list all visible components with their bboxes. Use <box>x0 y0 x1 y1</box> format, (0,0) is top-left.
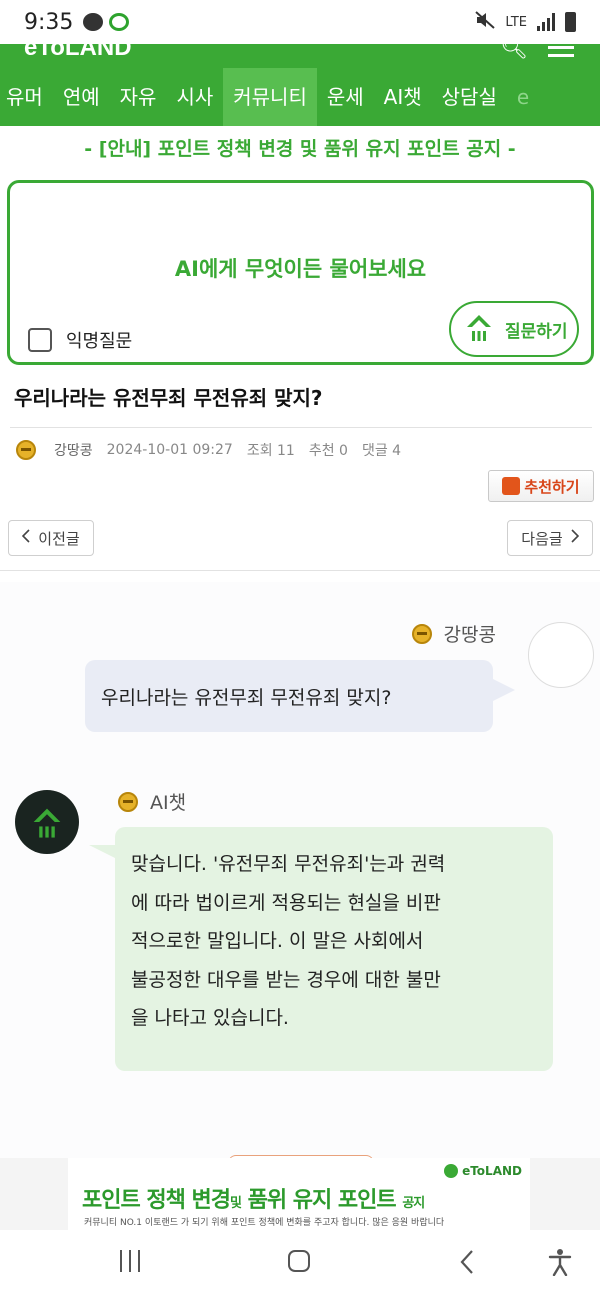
back-icon[interactable] <box>460 1249 474 1279</box>
divider <box>0 570 600 571</box>
banner-logo-text: eToLAND <box>462 1164 522 1178</box>
banner-logo: eToLAND <box>444 1164 522 1178</box>
ad-banner[interactable]: eToLAND 포인트 정책 변경및 품위 유지 포인트 공지 커뮤니티 NO.… <box>0 1158 600 1230</box>
chevron-left-icon <box>22 529 30 547</box>
recommend-label: 추천하기 <box>524 477 580 496</box>
menu-icon[interactable] <box>548 44 574 62</box>
nav-item-community[interactable]: 커뮤니티 <box>223 68 317 126</box>
thumbs-up-icon <box>502 477 521 495</box>
battery-icon <box>565 12 576 32</box>
nav-item-ai-chat[interactable]: AI챗 <box>374 68 432 126</box>
banner-title: 포인트 정책 변경및 품위 유지 포인트 공지 <box>82 1182 425 1214</box>
member-level-icon <box>118 791 138 812</box>
next-post-button[interactable]: 다음글 <box>507 520 593 556</box>
user-avatar[interactable] <box>528 622 594 688</box>
status-time: 9:35 <box>24 9 74 35</box>
recommend-button[interactable]: 추천하기 <box>488 470 594 502</box>
ai-ask-box[interactable]: AI에게 무엇이든 물어보세요 익명질문 질문하기 <box>7 180 594 365</box>
etoland-mark-icon <box>33 808 61 838</box>
user-name-row: 강땅콩 <box>411 620 496 647</box>
status-bar: 9:35 LTE <box>0 0 600 44</box>
notification-icons <box>83 13 130 31</box>
nav-item-fortune[interactable]: 운세 <box>317 68 374 126</box>
nav-item-counseling[interactable]: 상담실 <box>432 68 507 126</box>
notice-link[interactable]: - [안내] 포인트 정책 변경 및 품위 유지 포인트 공지 - <box>0 134 600 161</box>
chat-area: 강땅콩 우리나라는 유전무죄 무전유죄 맞지? AI챗 맞습니다. '유전무죄 … <box>0 582 600 1163</box>
search-icon[interactable]: 🔍︎ <box>500 44 528 61</box>
app-notification-icon <box>109 13 130 31</box>
post-recommends: 추천 0 <box>308 443 348 459</box>
banner-title-suffix: 공지 <box>402 1196 425 1211</box>
user-message-bubble: 우리나라는 유전무죄 무전유죄 맞지? <box>85 660 515 732</box>
nav-item-current-affairs[interactable]: 시사 <box>166 68 223 126</box>
accessibility-icon[interactable] <box>548 1248 572 1280</box>
ask-question-button[interactable]: 질문하기 <box>449 301 579 357</box>
ai-avatar <box>15 790 79 854</box>
ai-message-line: 맞습니다. '유전무죄 무전유죄'는과 권력 <box>131 853 446 875</box>
site-logo[interactable]: eToLAND <box>24 44 132 62</box>
ask-input-placeholder[interactable]: AI에게 무엇이든 물어보세요 <box>10 253 591 283</box>
post-datetime: 2024-10-01 09:27 <box>106 442 233 458</box>
member-level-icon <box>411 623 432 644</box>
member-level-icon <box>16 440 36 460</box>
recent-apps-icon[interactable] <box>120 1250 140 1272</box>
nav-item-more[interactable]: e <box>507 68 539 126</box>
banner-title-part2: 품위 유지 포인트 <box>247 1188 397 1213</box>
ai-name: AI챗 <box>150 792 187 814</box>
banner-title-part1: 포인트 정책 변경 <box>82 1188 231 1213</box>
anonymous-question-toggle[interactable]: 익명질문 <box>28 327 132 353</box>
nav-item-entertainment[interactable]: 연예 <box>53 68 110 126</box>
etoland-logo-icon <box>444 1164 459 1178</box>
post-comments[interactable]: 댓글 4 <box>362 440 401 460</box>
chevron-right-icon <box>571 529 579 547</box>
ask-button-label: 질문하기 <box>505 321 568 342</box>
chat-notification-icon <box>83 13 104 31</box>
divider <box>10 427 592 428</box>
post-meta: 강땅콩 2024-10-01 09:27 조회 11 추천 0 댓글 4 <box>16 440 415 460</box>
next-post-label: 다음글 <box>521 529 563 548</box>
category-nav: 유머 연예 자유 시사 커뮤니티 운세 AI챗 상담실 e <box>0 68 600 126</box>
network-label: LTE <box>505 14 527 30</box>
ai-message-line: 불공정한 대우를 받는 경우에 대한 불만 <box>131 968 441 991</box>
prev-post-button[interactable]: 이전글 <box>8 520 94 556</box>
banner-content[interactable]: eToLAND 포인트 정책 변경및 품위 유지 포인트 공지 커뮤니티 NO.… <box>68 1158 530 1230</box>
anonymous-checkbox[interactable] <box>28 328 52 352</box>
post-title: 우리나라는 유전무죄 무전유죄 맞지? <box>14 386 323 410</box>
banner-title-and: 및 <box>230 1196 242 1211</box>
status-right: LTE <box>475 11 576 33</box>
site-header: eToLAND 🔍︎ <box>0 44 600 68</box>
ai-message-line: 에 따라 법이르게 적용되는 현실을 비판 <box>131 891 441 914</box>
system-navigation-bar <box>0 1230 600 1300</box>
prev-post-label: 이전글 <box>38 529 80 548</box>
ai-name-row: AI챗 <box>118 788 186 815</box>
nav-item-free[interactable]: 자유 <box>110 68 167 126</box>
banner-subtitle: 커뮤니티 NO.1 이토랜드 가 되기 위해 포인트 정책에 변화를 주고자 합… <box>84 1218 445 1228</box>
ai-message-bubble: 맞습니다. '유전무죄 무전유죄'는과 권력 에 따라 법이르게 적용되는 현실… <box>89 827 553 1071</box>
anonymous-label: 익명질문 <box>66 331 133 352</box>
nav-item-humor[interactable]: 유머 <box>0 68 53 126</box>
signal-icon <box>537 13 555 31</box>
post-author[interactable]: 강땅콩 <box>54 440 93 460</box>
post-views: 조회 11 <box>246 443 295 459</box>
ai-message-line: 을 나타고 있습니다. <box>131 1007 289 1029</box>
home-icon[interactable] <box>288 1250 310 1272</box>
etoland-mark-icon <box>461 309 497 349</box>
user-name[interactable]: 강땅콩 <box>444 620 496 647</box>
ai-message-line: 적으로한 말입니다. 이 말은 사회에서 <box>131 930 424 952</box>
mute-icon <box>475 11 496 33</box>
